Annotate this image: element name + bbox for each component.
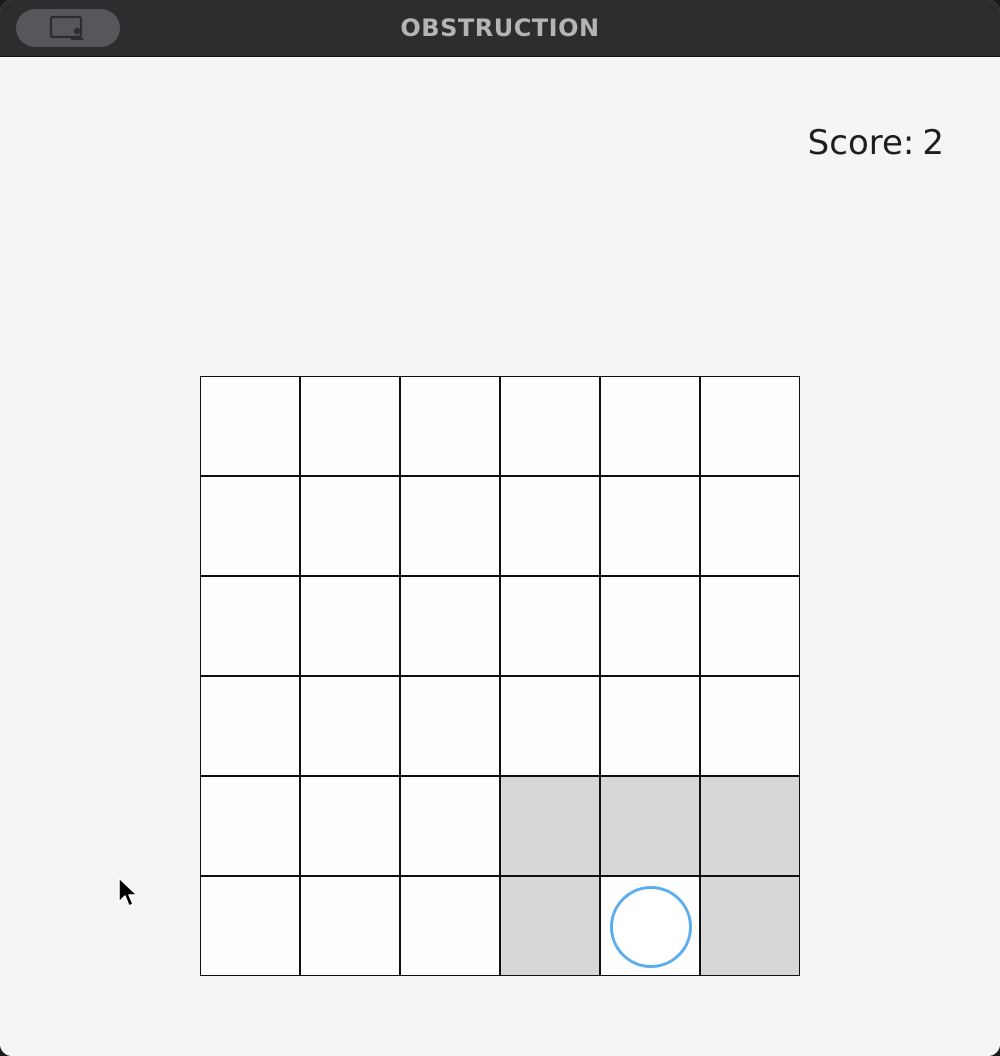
score-label: Score: [807,123,915,163]
board-cell-r4-c5[interactable] [600,676,700,776]
board-cell-r2-c6[interactable] [700,476,800,576]
board-cell-r1-c3[interactable] [400,376,500,476]
board-cell-r3-c5[interactable] [600,576,700,676]
board-cell-r6-c4[interactable] [500,876,600,976]
board-cell-r6-c2[interactable] [300,876,400,976]
board-cell-r3-c3[interactable] [400,576,500,676]
board-cell-r1-c5[interactable] [600,376,700,476]
game-board [200,376,800,976]
board-cell-r1-c4[interactable] [500,376,600,476]
board-cell-r2-c1[interactable] [200,476,300,576]
board-cell-r5-c6[interactable] [700,776,800,876]
board-cell-r2-c2[interactable] [300,476,400,576]
board-cell-r5-c2[interactable] [300,776,400,876]
board-cell-r1-c6[interactable] [700,376,800,476]
board-cell-r3-c4[interactable] [500,576,600,676]
board-cell-r2-c5[interactable] [600,476,700,576]
board-cell-r3-c6[interactable] [700,576,800,676]
app-window: OBSTRUCTION Score: 2 [0,0,1000,1056]
board-cell-r6-c6[interactable] [700,876,800,976]
board-cell-r4-c6[interactable] [700,676,800,776]
score-display: Score: 2 [808,123,944,163]
board-cell-r4-c4[interactable] [500,676,600,776]
title-bar: OBSTRUCTION [0,0,1000,57]
board-cell-r5-c1[interactable] [200,776,300,876]
game-area: Score: 2 [0,57,1000,1056]
score-value: 2 [922,123,944,163]
board-cell-r6-c1[interactable] [200,876,300,976]
board-cell-r3-c2[interactable] [300,576,400,676]
board-cell-r5-c3[interactable] [400,776,500,876]
board-cell-r4-c1[interactable] [200,676,300,776]
mouse-pointer-icon [118,877,138,907]
board-cell-r2-c3[interactable] [400,476,500,576]
circle-piece-icon [610,886,692,968]
board-cell-r5-c4[interactable] [500,776,600,876]
board-cell-r5-c5[interactable] [600,776,700,876]
board-cell-r4-c2[interactable] [300,676,400,776]
board-cell-r2-c4[interactable] [500,476,600,576]
board-cell-r1-c1[interactable] [200,376,300,476]
window-title: OBSTRUCTION [400,14,600,42]
board-cell-r6-c3[interactable] [400,876,500,976]
board-cell-r6-c5[interactable] [600,876,700,976]
board-cell-r3-c1[interactable] [200,576,300,676]
board-cell-r1-c2[interactable] [300,376,400,476]
board-cell-r4-c3[interactable] [400,676,500,776]
